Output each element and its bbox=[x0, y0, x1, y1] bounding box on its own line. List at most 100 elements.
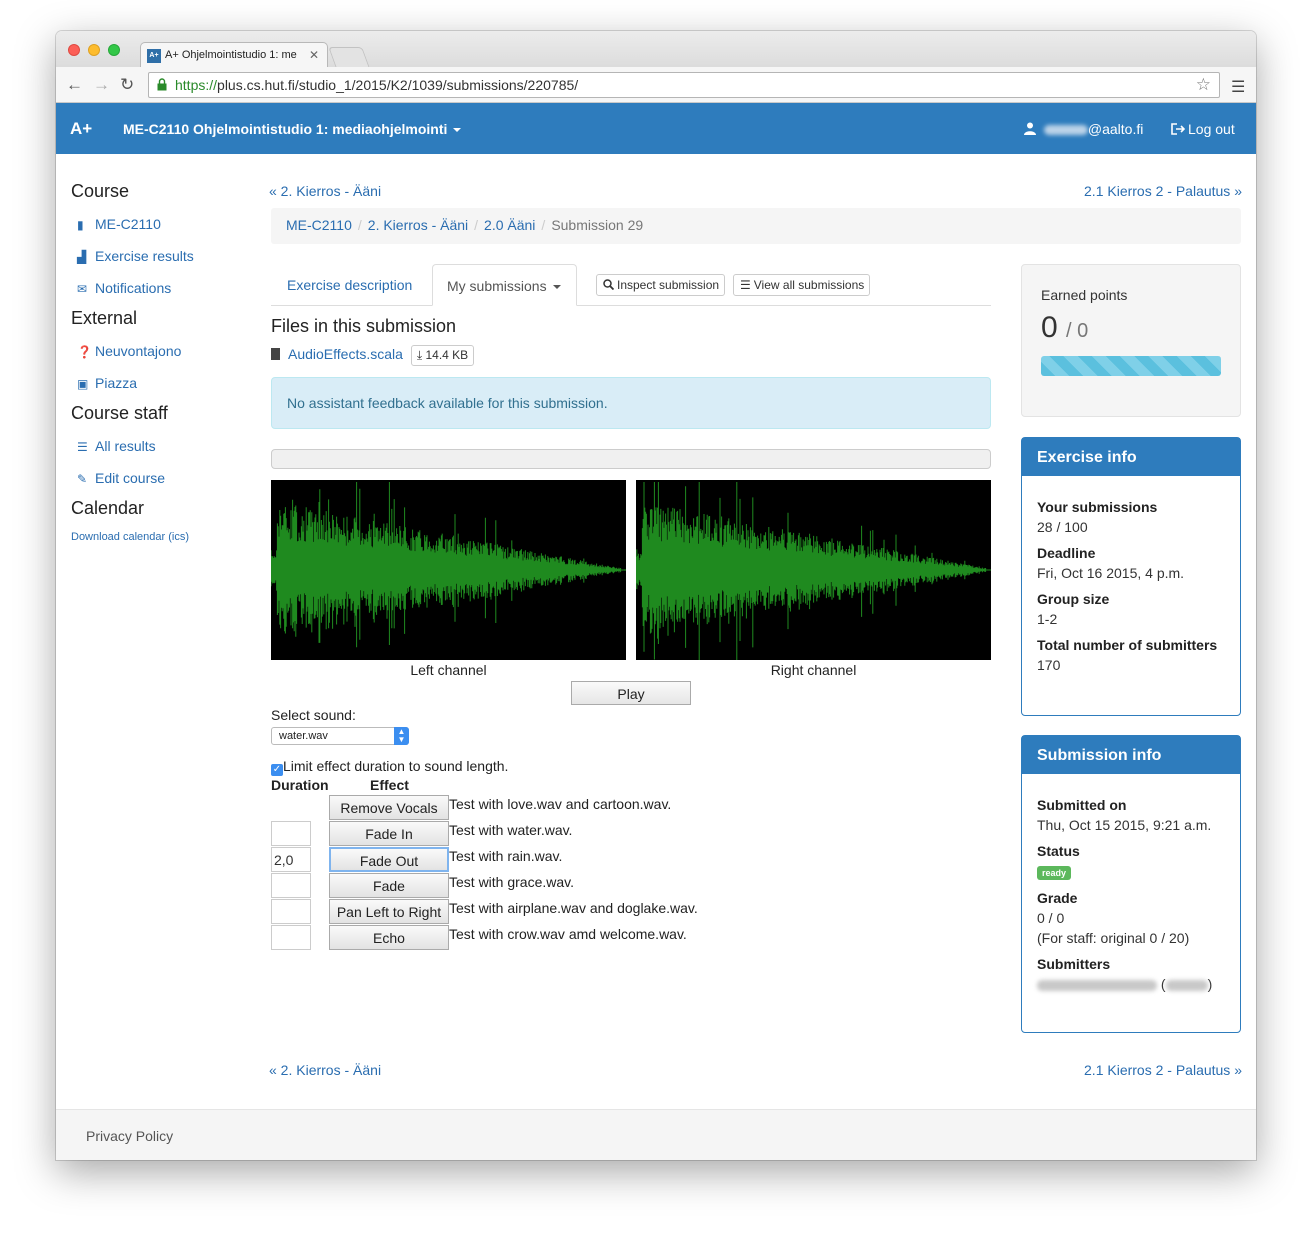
exercise-info-panel: Exercise info Your submissions 28 / 100 De… bbox=[1021, 437, 1241, 716]
left-waveform-graphic bbox=[270, 482, 626, 648]
play-button[interactable]: Play bbox=[571, 681, 691, 705]
right-channel-waveform[interactable] bbox=[635, 480, 991, 663]
effect-button[interactable]: Remove Vocals bbox=[329, 795, 449, 820]
brand-logo[interactable]: A+ bbox=[70, 119, 92, 139]
logout-icon bbox=[1171, 123, 1186, 135]
download-calendar-link[interactable]: Download calendar (ics) bbox=[71, 531, 256, 543]
inspect-submission-button[interactable]: Inspect submission bbox=[596, 274, 726, 296]
breadcrumb-separator: / bbox=[357, 217, 362, 233]
duration-input[interactable]: 2,0 bbox=[271, 847, 311, 872]
effect-description: Test with rain.wav. bbox=[449, 848, 563, 864]
privacy-policy-link[interactable]: Privacy Policy bbox=[86, 1128, 173, 1144]
points-progress-bar bbox=[1041, 356, 1221, 376]
duration-input[interactable] bbox=[271, 899, 311, 924]
right-waveform-graphic bbox=[635, 482, 991, 663]
grade-term: Grade bbox=[1037, 890, 1078, 906]
tab-my-submissions[interactable]: My submissions bbox=[432, 264, 577, 306]
exercise-info-value: 170 bbox=[1037, 657, 1061, 673]
submitters-term: Submitters bbox=[1037, 956, 1111, 972]
exercise-info-term: Your submissions bbox=[1037, 499, 1158, 515]
limit-duration-checkbox[interactable]: ✓ bbox=[271, 764, 283, 776]
zoom-window-button[interactable] bbox=[108, 44, 120, 56]
sidebar-heading-external: External bbox=[71, 308, 138, 328]
sidebar-item-exercise-results[interactable]: ▟ Exercise results bbox=[77, 248, 256, 280]
site-header: A+ ME-C2110 Ohjelmointistudio 1: mediaoh… bbox=[56, 103, 1256, 154]
loading-progress-bar bbox=[271, 449, 991, 469]
next-exercise-link[interactable]: 2.1 Kierros 2 - Palautus » bbox=[1084, 183, 1242, 199]
book-icon: ▮ bbox=[77, 218, 84, 232]
course-dropdown[interactable]: ME-C2110 Ohjelmointistudio 1: mediaohjel… bbox=[123, 121, 462, 137]
previous-exercise-link-bottom[interactable]: « 2. Kierros - Ääni bbox=[269, 1062, 381, 1078]
browser-tab[interactable]: A+ A+ Ohjelmointistudio 1: me ✕ bbox=[140, 42, 328, 68]
left-channel-waveform[interactable] bbox=[270, 480, 626, 660]
effect-button[interactable]: Fade Out bbox=[329, 847, 449, 872]
browser-window: A+ A+ Ohjelmointistudio 1: me ✕ ← → ↻ ht… bbox=[56, 31, 1256, 1160]
previous-exercise-link[interactable]: « 2. Kierros - Ääni bbox=[269, 183, 381, 199]
sidebar-item-label: Exercise results bbox=[95, 248, 194, 264]
files-heading: Files in this submission bbox=[271, 316, 457, 336]
minimize-window-button[interactable] bbox=[88, 44, 100, 56]
submitted-on-value: Thu, Oct 15 2015, 9:21 a.m. bbox=[1037, 817, 1212, 833]
download-file-button[interactable]: ⤓ 14.4 KB bbox=[410, 345, 475, 366]
duration-input[interactable] bbox=[271, 925, 311, 950]
duration-input[interactable] bbox=[271, 873, 311, 898]
forward-arrow-icon[interactable]: → bbox=[93, 75, 110, 95]
right-channel-label: Right channel bbox=[770, 662, 857, 678]
effect-row: Fade In Test with water.wav. bbox=[271, 821, 811, 847]
file-icon bbox=[271, 348, 280, 360]
tab-exercise-description[interactable]: Exercise description bbox=[287, 277, 412, 293]
breadcrumb-round[interactable]: 2. Kierros - Ääni bbox=[368, 217, 468, 233]
breadcrumb-course[interactable]: ME-C2110 bbox=[286, 217, 352, 233]
effect-description: Test with crow.wav amd welcome.wav. bbox=[449, 926, 687, 942]
title-bar: A+ A+ Ohjelmointistudio 1: me ✕ bbox=[56, 31, 1256, 68]
bar-chart-icon: ▟ bbox=[77, 250, 87, 264]
effect-button[interactable]: Fade bbox=[329, 873, 449, 898]
exercise-info-value: 28 / 100 bbox=[1037, 519, 1088, 535]
grade-staff-note: (For staff: original 0 / 20) bbox=[1037, 930, 1190, 946]
duration-input[interactable] bbox=[271, 821, 311, 846]
logout-link[interactable]: Log out bbox=[1171, 121, 1235, 137]
lock-icon bbox=[157, 78, 167, 91]
bookmark-star-icon[interactable]: ☆ bbox=[1196, 75, 1211, 95]
reload-icon[interactable]: ↻ bbox=[120, 75, 134, 95]
address-bar[interactable]: https://plus.cs.hut.fi/studio_1/2015/K2/… bbox=[148, 72, 1220, 98]
effect-description: Test with airplane.wav and doglake.wav. bbox=[449, 900, 698, 916]
user-menu[interactable]: @aalto.fi bbox=[1024, 121, 1143, 137]
points-max: / 0 bbox=[1066, 320, 1089, 342]
sidebar-item-course-home[interactable]: ▮ ME-C2110 bbox=[77, 216, 256, 248]
user-email: @aalto.fi bbox=[1087, 121, 1144, 137]
breadcrumb-current: Submission 29 bbox=[551, 217, 644, 233]
sidebar-item-label: Piazza bbox=[95, 375, 138, 391]
next-exercise-link-bottom[interactable]: 2.1 Kierros 2 - Palautus » bbox=[1084, 1062, 1242, 1078]
view-all-submissions-button[interactable]: ☰ View all submissions bbox=[733, 274, 871, 296]
exercise-info-term: Deadline bbox=[1037, 545, 1096, 561]
effect-button[interactable]: Echo bbox=[329, 925, 449, 950]
exercise-tabs: Exercise description My submissions Insp… bbox=[271, 264, 991, 306]
breadcrumb-separator: / bbox=[474, 217, 479, 233]
sidebar-heading-calendar: Calendar bbox=[71, 498, 145, 518]
exercise-info-title: Exercise info bbox=[1022, 438, 1240, 476]
sidebar-item-all-results[interactable]: ☰ All results bbox=[77, 438, 256, 470]
breadcrumb-exercise[interactable]: 2.0 Ääni bbox=[484, 217, 535, 233]
effect-button[interactable]: Pan Left to Right bbox=[329, 899, 449, 924]
new-tab-button[interactable] bbox=[328, 47, 370, 68]
exercise-info-body: Your submissions 28 / 100 Deadline Fri, Oct… bbox=[1022, 476, 1240, 673]
menu-icon[interactable]: ☰ bbox=[1231, 77, 1245, 97]
sound-select[interactable]: water.wav ▲ ▼ bbox=[271, 727, 409, 745]
effect-button[interactable]: Fade In bbox=[329, 821, 449, 846]
zoom-in-icon bbox=[603, 279, 615, 291]
logout-label: Log out bbox=[1188, 121, 1235, 137]
points-panel: Earned points 0 / 0 bbox=[1021, 264, 1241, 417]
back-arrow-icon[interactable]: ← bbox=[66, 75, 83, 95]
sidebar-item-neuvontajono[interactable]: ❓ Neuvontajono bbox=[77, 343, 256, 375]
sidebar: Course ▮ ME-C2110 ▟ Exercise results ✉ Noti… bbox=[71, 181, 256, 543]
duration-column-header: Duration bbox=[271, 777, 329, 793]
effect-column-header: Effect bbox=[370, 777, 409, 793]
user-icon bbox=[1024, 122, 1036, 135]
inbox-icon: ▣ bbox=[77, 377, 89, 391]
points-earned: 0 bbox=[1041, 311, 1058, 344]
close-window-button[interactable] bbox=[68, 44, 80, 56]
left-channel-label: Left channel bbox=[410, 662, 487, 678]
close-tab-icon[interactable]: ✕ bbox=[309, 48, 319, 62]
file-link[interactable]: AudioEffects.scala bbox=[288, 346, 403, 362]
